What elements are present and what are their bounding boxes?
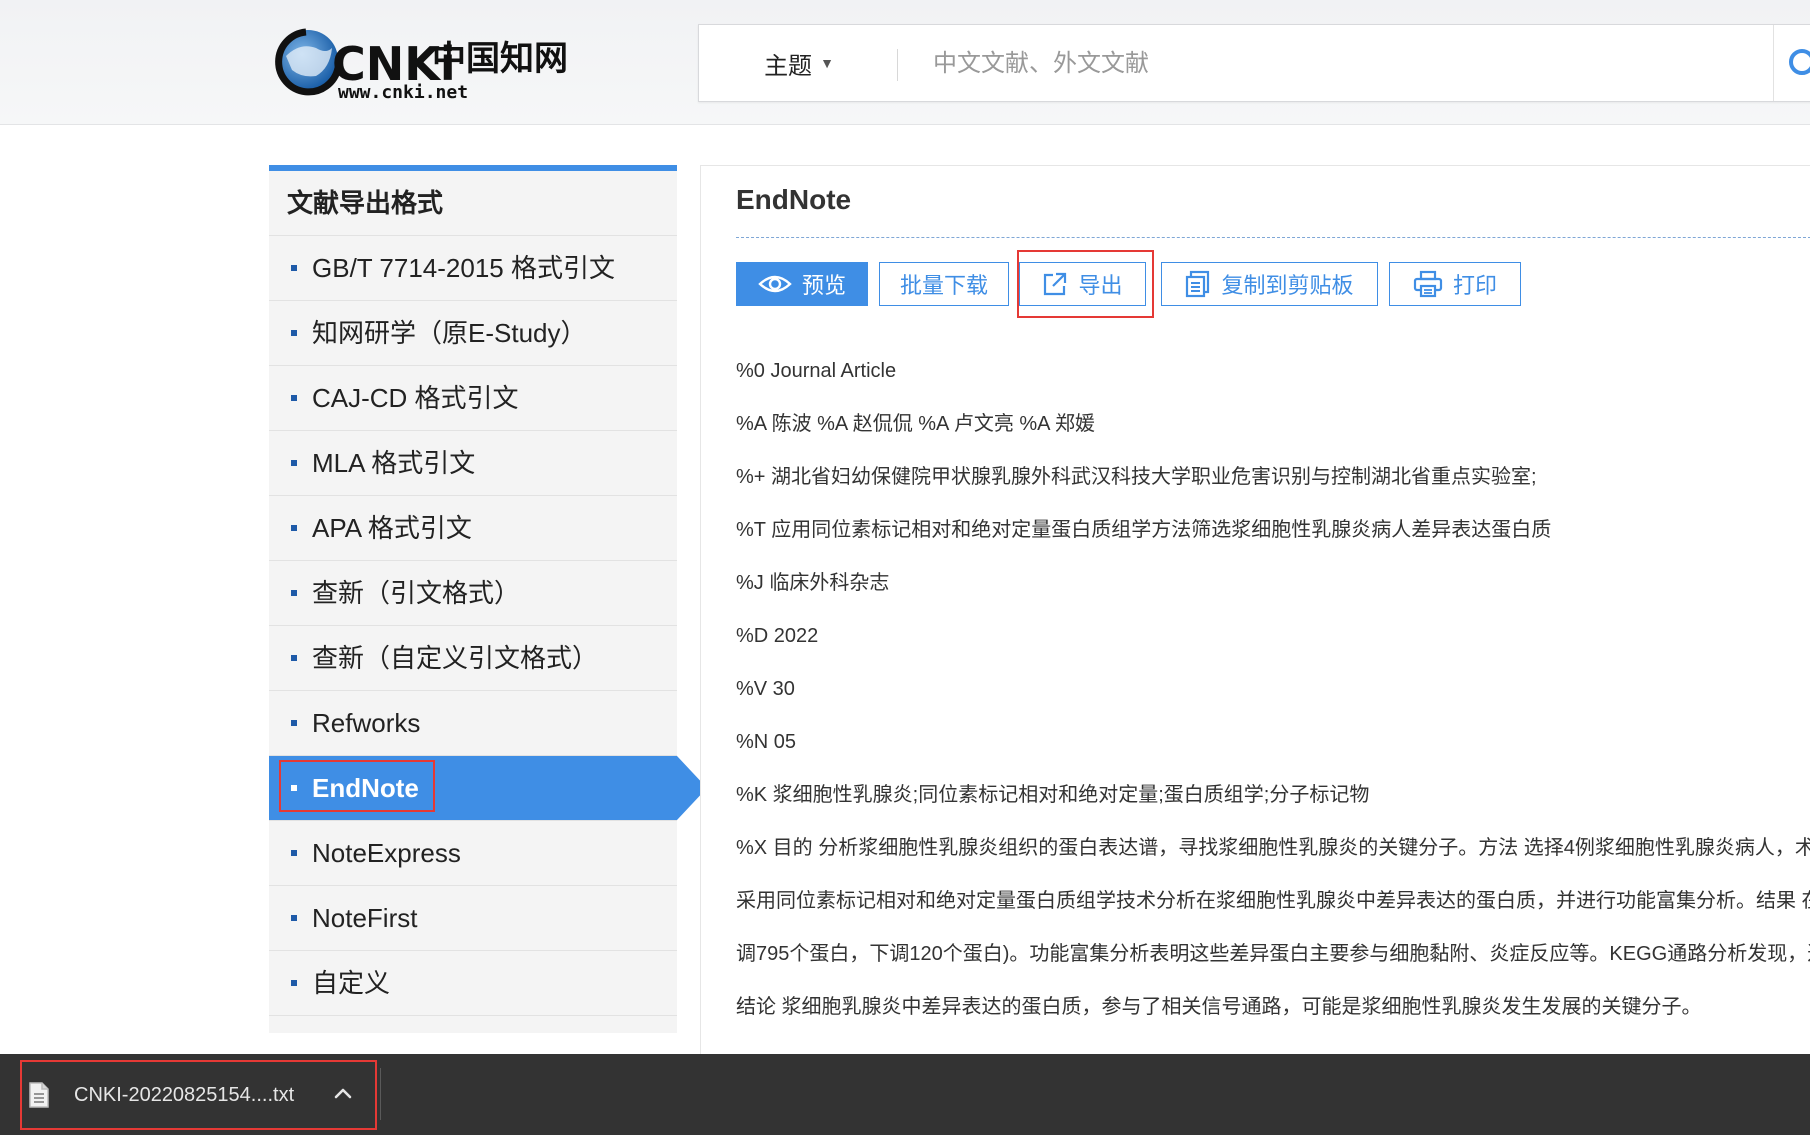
preview-button-label: 预览 — [801, 273, 846, 298]
cnki-logo[interactable]: CNKi 中国知网 www.cnki.net — [272, 18, 572, 104]
sidebar-item-label: APA 格式引文 — [312, 513, 472, 543]
record-line-title: %T 应用同位素标记相对和绝对定量蛋白质组学方法筛选浆细胞性乳腺炎病人差异表达蛋… — [736, 519, 1552, 541]
copy-button-label: 复制到剪贴板 — [1221, 273, 1354, 298]
cnki-logo-graphic: CNKi 中国知网 www.cnki.net — [275, 28, 568, 103]
sidebar-item-label: 查新（自定义引文格式） — [312, 643, 599, 673]
bullet-icon — [291, 525, 297, 531]
record-line-abstract-cont: 采用同位素标记相对和绝对定量蛋白质组学技术分析在浆细胞性乳腺炎中差异表达的蛋白质… — [736, 890, 1810, 912]
sidebar-title: 文献导出格式 — [269, 171, 677, 236]
sidebar-item-notefirst[interactable]: NoteFirst — [269, 886, 677, 951]
search-button-divider — [1773, 25, 1774, 101]
sidebar-item-novelty-custom[interactable]: 查新（自定义引文格式） — [269, 626, 677, 691]
search-divider — [897, 49, 898, 81]
caret-down-icon: ▼ — [820, 55, 834, 71]
bullet-icon — [291, 330, 297, 336]
bullet-icon — [291, 980, 297, 986]
sidebar-item-mla[interactable]: MLA 格式引文 — [269, 431, 677, 496]
sidebar-item-caj-cd[interactable]: CAJ-CD 格式引文 — [269, 366, 677, 431]
copy-to-clipboard-button[interactable]: 复制到剪贴板 — [1161, 262, 1378, 306]
sidebar-item-gbt7714[interactable]: GB/T 7714-2015 格式引文 — [269, 236, 677, 301]
browser-download-bar: CNKI-20220825154....txt — [0, 1054, 1810, 1135]
bullet-icon — [291, 265, 297, 271]
bullet-icon — [291, 460, 297, 466]
record-line-authors: %A 陈波 %A 赵侃侃 %A 卢文亮 %A 郑媛 — [736, 413, 1095, 435]
clipboard-icon — [1186, 270, 1210, 298]
record-line-affiliation: %+ 湖北省妇幼保健院甲状腺乳腺外科武汉科技大学职业危害识别与控制湖北省重点实验… — [736, 466, 1537, 488]
batch-download-label: 批量下载 — [899, 273, 988, 298]
search-scope-select[interactable]: 主题 ▼ — [699, 25, 899, 101]
sidebar-item-noteexpress[interactable]: NoteExpress — [269, 821, 677, 886]
record-line-volume: %V 30 — [736, 678, 795, 700]
export-button[interactable]: 导出 — [1019, 262, 1146, 306]
eye-icon — [758, 275, 792, 293]
export-button-label: 导出 — [1078, 273, 1123, 298]
sidebar-item-label: CAJ-CD 格式引文 — [312, 383, 519, 413]
sidebar-item-label: 查新（引文格式） — [312, 578, 521, 608]
sidebar-item-novelty-citation[interactable]: 查新（引文格式） — [269, 561, 677, 626]
bullet-icon — [291, 850, 297, 856]
batch-download-button[interactable]: 批量下载 — [879, 262, 1009, 306]
record-line-abstract-cont: 调795个蛋白，下调120个蛋白)。功能富集分析表明这些差异蛋白主要参与细胞黏附… — [736, 943, 1810, 965]
search-bar: 主题 ▼ — [698, 24, 1810, 102]
search-input[interactable] — [931, 39, 1635, 89]
sidebar-item-refworks[interactable]: Refworks — [269, 691, 677, 756]
panel-title: EndNote — [736, 184, 852, 215]
search-scope-label: 主题 — [764, 52, 813, 80]
record-line-abstract: %X 目的 分析浆细胞性乳腺炎组织的蛋白表达谱，寻找浆细胞性乳腺炎的关键分子。方… — [736, 837, 1810, 859]
sidebar-item-label: 自定义 — [312, 968, 391, 998]
download-file-name: CNKI-20220825154....txt — [74, 1083, 295, 1106]
download-item[interactable]: CNKI-20220825154....txt — [24, 1063, 374, 1127]
export-content-panel: EndNote 预览 批量下载 导出 复制到剪贴板 打印 %0 Journal … — [700, 165, 1810, 1056]
sidebar-item-label: MLA 格式引文 — [312, 448, 476, 478]
search-icon — [1789, 49, 1810, 75]
bullet-icon — [291, 395, 297, 401]
logo-url: www.cnki.net — [338, 82, 468, 103]
sidebar-item-e-study[interactable]: 知网研学（原E-Study） — [269, 301, 677, 366]
preview-button[interactable]: 预览 — [736, 262, 868, 306]
external-link-icon — [1044, 272, 1067, 296]
sidebar-item-label: EndNote — [312, 773, 419, 803]
bullet-icon — [291, 655, 297, 661]
sidebar-item-apa[interactable]: APA 格式引文 — [269, 496, 677, 561]
record-line-journal: %J 临床外科杂志 — [736, 572, 890, 594]
print-button[interactable]: 打印 — [1389, 262, 1521, 306]
sidebar-item-label: Refworks — [312, 708, 421, 738]
export-format-sidebar: 文献导出格式 GB/T 7714-2015 格式引文 知网研学（原E-Study… — [269, 165, 707, 1033]
bullet-icon — [291, 590, 297, 596]
record-line-keywords: %K 浆细胞性乳腺炎;同位素标记相对和绝对定量;蛋白质组学;分子标记物 — [736, 784, 1370, 806]
bullet-icon — [291, 785, 297, 791]
text-file-icon — [29, 1082, 49, 1108]
sidebar-item-endnote[interactable]: EndNote — [269, 756, 707, 821]
bullet-icon — [291, 915, 297, 921]
printer-icon — [1413, 270, 1443, 298]
sidebar-item-label: 知网研学（原E-Study） — [312, 318, 587, 348]
logo-chinese-name: 中国知网 — [432, 39, 568, 79]
sidebar-item-label: GB/T 7714-2015 格式引文 — [312, 253, 615, 283]
record-line-date: %D 2022 — [736, 625, 819, 647]
sidebar-item-label: NoteExpress — [312, 838, 461, 868]
sidebar-item-custom[interactable]: 自定义 — [269, 951, 677, 1016]
record-line-number: %N 05 — [736, 731, 797, 753]
bullet-icon — [291, 720, 297, 726]
sidebar-item-label: NoteFirst — [312, 903, 418, 933]
download-item-separator — [380, 1068, 381, 1120]
search-button[interactable] — [1785, 45, 1810, 85]
record-line-abstract-cont: 结论 浆细胞乳腺炎中差异表达的蛋白质，参与了相关信号通路，可能是浆细胞性乳腺炎发… — [736, 996, 1702, 1018]
chevron-up-icon[interactable] — [332, 1083, 354, 1105]
site-header: CNKi 中国知网 www.cnki.net 主题 ▼ — [0, 0, 1810, 125]
record-line-type: %0 Journal Article — [736, 360, 897, 382]
title-divider — [736, 237, 1810, 238]
print-button-label: 打印 — [1452, 273, 1497, 298]
endnote-record-text: %0 Journal Article %A 陈波 %A 赵侃侃 %A 卢文亮 %… — [736, 359, 1810, 1048]
